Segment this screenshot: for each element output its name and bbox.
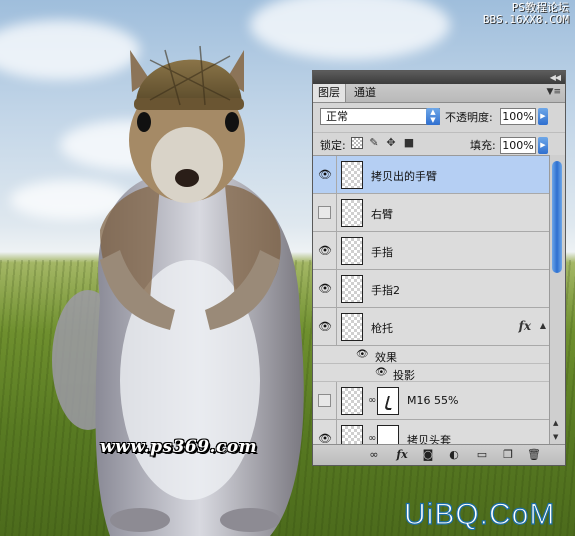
panel-bottom-toolbar: ∞ fx ◙ ◐ ▭ ❐ 🗑	[313, 444, 565, 465]
layer-thumbnail	[341, 199, 363, 227]
chain-link-icon[interactable]: ∞	[368, 395, 376, 406]
lock-fill-row: 锁定: ✎ ✥ ■ 填充: 100% ▶	[313, 132, 565, 155]
visibility-cell[interactable]: 👁	[313, 156, 337, 193]
layer-row[interactable]: 👁 拷贝出的手臂	[313, 156, 551, 194]
layer-row[interactable]: 👁 手指2	[313, 270, 551, 308]
fx-icon[interactable]: fx	[395, 448, 409, 461]
effect-drop-shadow: 投影	[393, 369, 415, 382]
trash-icon[interactable]: 🗑	[527, 448, 541, 461]
eye-icon[interactable]: 👁	[318, 168, 332, 181]
tab-channels[interactable]: 通道	[349, 84, 381, 102]
chevron-updown-icon: ▲ ▼	[426, 108, 440, 125]
eye-icon[interactable]: 👁	[375, 367, 388, 379]
layer-thumbnail	[341, 161, 363, 189]
hidden-eye-box[interactable]	[318, 206, 331, 219]
mask-shape	[384, 396, 395, 410]
blend-opacity-row: 正常 ▲ ▼ 不透明度: 100% ▶	[313, 104, 565, 130]
opacity-dropdown-arrow[interactable]: ▶	[538, 108, 548, 125]
lock-transparency-icon[interactable]	[351, 137, 363, 149]
effects-label: 效果	[375, 351, 397, 364]
layer-row[interactable]: 👁 手指	[313, 232, 551, 270]
layer-name: 枪托	[371, 322, 393, 335]
adjustment-layer-icon[interactable]: ◐	[447, 448, 461, 461]
link-layers-icon[interactable]: ∞	[367, 448, 381, 461]
layer-thumbnail	[341, 313, 363, 341]
panel-tabs: 图层 通道 ▼≡	[313, 84, 565, 103]
scroll-thumb[interactable]	[552, 161, 562, 273]
lock-move-icon[interactable]: ✥	[385, 137, 397, 149]
opacity-label: 不透明度:	[445, 111, 493, 124]
layers-panel: ◀◀ 图层 通道 ▼≡ 正常 ▲ ▼ 不透明度: 100% ▶ 锁定: ✎ ✥ ■…	[312, 70, 566, 466]
layer-thumbnail	[341, 387, 363, 415]
visibility-cell[interactable]	[313, 382, 337, 419]
blend-mode-select[interactable]: 正常 ▲ ▼	[320, 108, 440, 125]
forum-watermark: PS教程论坛 BBS.16XX8.COM	[483, 2, 569, 26]
chain-link-icon[interactable]: ∞	[368, 433, 376, 444]
add-mask-icon[interactable]: ◙	[421, 448, 435, 461]
layer-mask-thumbnail[interactable]	[377, 387, 399, 415]
lock-label: 锁定:	[320, 139, 346, 152]
visibility-cell[interactable]: 👁	[313, 270, 337, 307]
eye-icon[interactable]: 👁	[318, 320, 332, 333]
panel-titlebar[interactable]: ◀◀	[313, 71, 565, 84]
site-watermark: www.ps369.com	[100, 437, 258, 457]
layer-name: 拷贝出的手臂	[371, 170, 437, 183]
eye-icon[interactable]: 👁	[356, 349, 369, 361]
effect-item-row[interactable]: 👁 投影	[313, 364, 551, 382]
group-folder-icon[interactable]: ▭	[475, 448, 489, 461]
new-layer-icon[interactable]: ❐	[501, 448, 515, 461]
panel-menu-icon[interactable]: ▼≡	[547, 87, 561, 97]
layer-thumbnail	[341, 237, 363, 265]
eye-icon[interactable]: 👁	[318, 282, 332, 295]
visibility-cell[interactable]: 👁	[313, 308, 337, 345]
layer-row[interactable]: ∞ M16 55%	[313, 382, 551, 420]
hidden-eye-box[interactable]	[318, 394, 331, 407]
scroll-down-icon[interactable]: ▼	[553, 433, 558, 441]
layer-row[interactable]: 右臂	[313, 194, 551, 232]
fx-icon[interactable]: fx	[519, 319, 531, 333]
fill-dropdown-arrow[interactable]: ▶	[538, 137, 548, 154]
tab-layers[interactable]: 图层	[313, 84, 346, 102]
layers-list: 👁 拷贝出的手臂 右臂 👁 手指 👁 手指2 👁 枪托 fx ▲ 👁 效果 👁 …	[313, 155, 551, 448]
eye-icon[interactable]: 👁	[318, 244, 332, 257]
layer-thumbnail	[341, 275, 363, 303]
fill-label: 填充:	[470, 139, 496, 152]
layer-name: 右臂	[371, 208, 393, 221]
layer-name: 手指	[371, 246, 393, 259]
expand-effects-icon[interactable]: ▲	[540, 321, 546, 330]
watermark-line2: BBS.16XX8.COM	[482, 13, 569, 26]
blend-mode-value: 正常	[326, 110, 348, 123]
layer-name: M16 55%	[407, 394, 459, 407]
uibq-logo: UiBQ.CoM	[403, 497, 555, 531]
layer-name: 手指2	[371, 284, 400, 297]
opacity-input[interactable]: 100%	[500, 108, 536, 125]
layers-scrollbar[interactable]: ▲ ▼	[549, 155, 565, 447]
layer-row[interactable]: 👁 枪托 fx ▲	[313, 308, 551, 346]
svg-text:UiBQ.CoM: UiBQ.CoM	[404, 498, 555, 531]
effects-row[interactable]: 👁 效果	[313, 346, 551, 364]
lock-brush-icon[interactable]: ✎	[368, 137, 380, 149]
lock-all-icon[interactable]: ■	[403, 137, 415, 149]
visibility-cell[interactable]	[313, 194, 337, 231]
fill-input[interactable]: 100%	[500, 137, 536, 154]
visibility-cell[interactable]: 👁	[313, 232, 337, 269]
collapse-icon[interactable]: ◀◀	[550, 71, 561, 84]
scroll-up-icon[interactable]: ▲	[553, 419, 558, 427]
